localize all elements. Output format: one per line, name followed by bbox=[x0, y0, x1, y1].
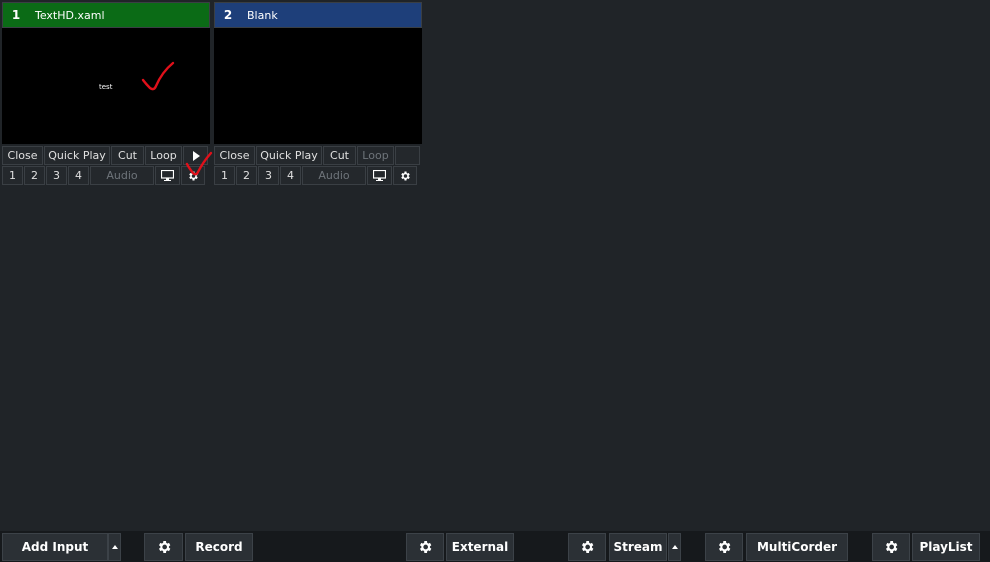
monitor-button[interactable] bbox=[155, 166, 180, 185]
play-button[interactable] bbox=[395, 146, 420, 165]
stream-dropdown-button[interactable] bbox=[668, 533, 681, 561]
play-button[interactable] bbox=[183, 146, 208, 165]
quick-play-button[interactable]: Quick Play bbox=[44, 146, 110, 165]
stream-button[interactable]: Stream bbox=[609, 533, 667, 561]
overlay-4-button[interactable]: 4 bbox=[68, 166, 89, 185]
playlist-settings-button[interactable] bbox=[872, 533, 910, 561]
input-title: TextHD.xaml bbox=[35, 8, 105, 22]
input-overlay-row: 1 2 3 4 Audio bbox=[2, 166, 210, 185]
overlay-3-button[interactable]: 3 bbox=[46, 166, 67, 185]
external-button[interactable]: External bbox=[446, 533, 514, 561]
external-settings-button[interactable] bbox=[406, 533, 444, 561]
input-controls-row: Close Quick Play Cut Loop bbox=[214, 146, 422, 165]
cut-button[interactable]: Cut bbox=[323, 146, 356, 165]
audio-button[interactable]: Audio bbox=[90, 166, 154, 185]
quick-play-button[interactable]: Quick Play bbox=[256, 146, 322, 165]
close-button[interactable]: Close bbox=[214, 146, 255, 165]
input-preview-2[interactable] bbox=[214, 28, 422, 144]
settings-button[interactable] bbox=[393, 166, 417, 185]
overlay-1-button[interactable]: 1 bbox=[214, 166, 235, 185]
overlay-1-button[interactable]: 1 bbox=[2, 166, 23, 185]
loop-button[interactable]: Loop bbox=[145, 146, 182, 165]
overlay-2-button[interactable]: 2 bbox=[24, 166, 45, 185]
playlist-button[interactable]: PlayList bbox=[912, 533, 980, 561]
monitor-button[interactable] bbox=[367, 166, 392, 185]
play-icon bbox=[192, 150, 200, 161]
loop-button[interactable]: Loop bbox=[357, 146, 394, 165]
gear-icon bbox=[719, 541, 731, 553]
overlay-2-button[interactable]: 2 bbox=[236, 166, 257, 185]
preview-text: test bbox=[99, 83, 113, 91]
monitor-icon bbox=[373, 170, 386, 181]
input-tile-1[interactable]: 1 TextHD.xaml test Close Quick Play Cut … bbox=[2, 2, 210, 185]
input-number: 1 bbox=[11, 8, 21, 22]
input-number: 2 bbox=[223, 8, 233, 22]
overlay-3-button[interactable]: 3 bbox=[258, 166, 279, 185]
multicorder-button[interactable]: MultiCorder bbox=[746, 533, 848, 561]
input-header-2[interactable]: 2 Blank bbox=[214, 2, 422, 28]
vmix-main-window: 1 TextHD.xaml test Close Quick Play Cut … bbox=[0, 0, 990, 562]
gear-icon bbox=[189, 171, 198, 180]
gear-icon bbox=[582, 541, 594, 553]
input-overlay-row: 1 2 3 4 Audio bbox=[214, 166, 422, 185]
gear-icon bbox=[420, 541, 432, 553]
settings-button[interactable] bbox=[181, 166, 205, 185]
gear-icon bbox=[158, 541, 170, 553]
multicorder-settings-button[interactable] bbox=[705, 533, 743, 561]
cut-button[interactable]: Cut bbox=[111, 146, 144, 165]
add-input-button[interactable]: Add Input bbox=[2, 533, 108, 561]
caret-up-icon bbox=[111, 545, 118, 549]
add-input-dropdown-button[interactable] bbox=[108, 533, 121, 561]
audio-button[interactable]: Audio bbox=[302, 166, 366, 185]
caret-up-icon bbox=[671, 545, 678, 549]
bottom-toolbar: Add Input Record External Stream MultiCo… bbox=[0, 531, 990, 562]
monitor-icon bbox=[161, 170, 174, 181]
close-button[interactable]: Close bbox=[2, 146, 43, 165]
stream-settings-button[interactable] bbox=[568, 533, 606, 561]
input-controls-row: Close Quick Play Cut Loop bbox=[2, 146, 210, 165]
record-button[interactable]: Record bbox=[185, 533, 253, 561]
input-title: Blank bbox=[247, 8, 278, 22]
gear-icon bbox=[401, 171, 410, 180]
input-tile-2[interactable]: 2 Blank Close Quick Play Cut Loop 1 2 3 … bbox=[214, 2, 422, 185]
overlay-4-button[interactable]: 4 bbox=[280, 166, 301, 185]
input-preview-1[interactable]: test bbox=[2, 28, 210, 144]
input-header-1[interactable]: 1 TextHD.xaml bbox=[2, 2, 210, 28]
record-settings-button[interactable] bbox=[144, 533, 183, 561]
gear-icon bbox=[886, 541, 898, 553]
